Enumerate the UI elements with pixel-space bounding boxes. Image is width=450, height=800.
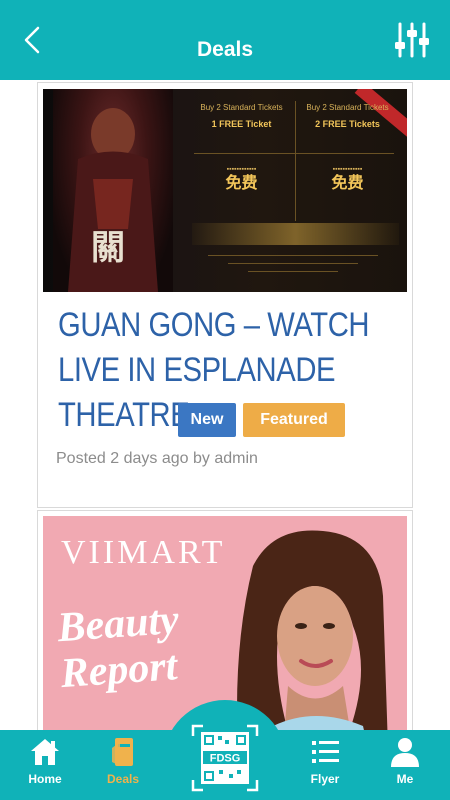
deal-card[interactable]: VIIMART Beauty Report	[37, 510, 413, 730]
banner-headline-line: Report	[59, 643, 179, 698]
sliders-icon	[395, 22, 429, 58]
deal-title-line: LIVE IN ESPLANADE	[58, 351, 336, 389]
deal-title-line: GUAN GONG – WATCH	[58, 306, 370, 344]
date-band	[192, 223, 399, 245]
offer-caption: ▪▪▪▪▪▪▪▪▪▪▪▪	[332, 166, 363, 173]
banner-headline: Beauty Report	[56, 597, 183, 697]
offer-headline: 1 FREE Ticket	[211, 119, 272, 129]
svg-text:關: 關	[91, 230, 125, 267]
new-badge: New	[178, 403, 236, 437]
offer-text: Buy 2 Standard Tickets	[306, 103, 389, 112]
deals-list[interactable]: 關 Buy 2 Standard Tickets 1 FREE Ticket B…	[0, 80, 450, 730]
offer-panel: Buy 2 Standard Tickets 1 FREE Ticket Buy…	[188, 89, 407, 285]
offer-text: Buy 2 Standard Tickets	[200, 103, 283, 112]
home-icon	[31, 739, 59, 765]
nav-flyer[interactable]: Flyer	[290, 736, 360, 796]
corner-ribbon	[354, 89, 407, 138]
nav-me[interactable]: Me	[370, 736, 440, 796]
deals-tag-icon	[112, 738, 133, 766]
scan-qr-label: FDSG	[210, 753, 241, 765]
fine-print	[208, 255, 378, 256]
deal-banner-image[interactable]: 關 Buy 2 Standard Tickets 1 FREE Ticket B…	[43, 89, 407, 292]
nav-flyer-label: Flyer	[310, 772, 340, 786]
offer-free-label: 免费	[225, 175, 258, 192]
performer-figure: 關	[53, 89, 173, 292]
scan-qr-button[interactable]: FDSG	[189, 722, 261, 794]
nav-deals[interactable]: Deals	[88, 736, 158, 796]
fine-print	[248, 271, 338, 272]
offer-free-label: 免费	[331, 175, 364, 192]
list-icon	[312, 741, 339, 763]
divider	[295, 101, 296, 221]
deal-card[interactable]: 關 Buy 2 Standard Tickets 1 FREE Ticket B…	[37, 82, 413, 508]
qr-code-icon: FDSG	[191, 724, 259, 792]
filter-button[interactable]	[392, 20, 432, 60]
app-screen: Deals 關 Buy 2 Standard Tickets 1 FREE Ti…	[0, 0, 450, 800]
offer-headline: 2 FREE Tickets	[315, 119, 380, 129]
user-icon	[391, 738, 419, 767]
offer-caption: ▪▪▪▪▪▪▪▪▪▪▪▪	[226, 166, 257, 173]
page-title: Deals	[196, 38, 254, 61]
nav-home[interactable]: Home	[10, 736, 80, 796]
brand-logo-text: VIIMART	[61, 534, 226, 571]
featured-badge: Featured	[243, 403, 345, 437]
deal-banner-image[interactable]: VIIMART Beauty Report	[43, 516, 407, 730]
nav-deals-label: Deals	[106, 772, 140, 786]
fine-print	[228, 263, 358, 264]
deal-badges: New Featured	[178, 403, 345, 437]
posted-meta: Posted 2 days ago by admin	[56, 450, 258, 467]
nav-home-label: Home	[28, 772, 62, 786]
top-app-bar: Deals	[0, 0, 450, 80]
model-portrait	[233, 526, 393, 730]
nav-me-label: Me	[396, 772, 414, 786]
divider	[194, 153, 394, 154]
